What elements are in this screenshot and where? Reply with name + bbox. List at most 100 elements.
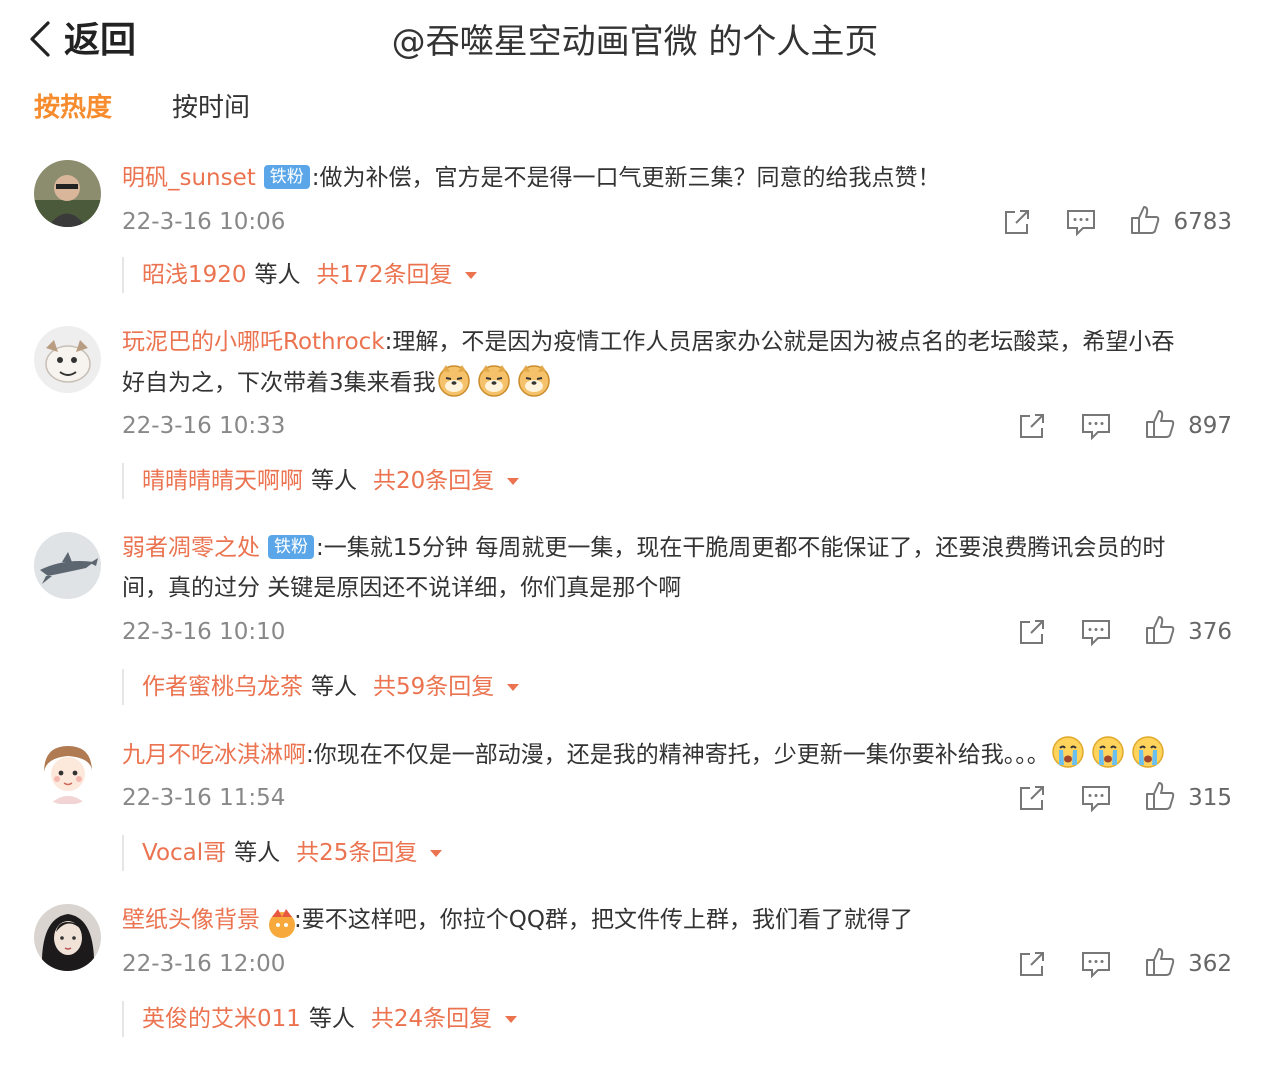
- comment-icon[interactable]: [1080, 410, 1112, 442]
- reply-username[interactable]: Vocal哥: [142, 835, 226, 871]
- comment-actions: 315: [984, 778, 1232, 818]
- comment-text: 壁纸头像背景 :要不这样吧，你拉个QQ群，把文件传上群，我们看了就得了: [122, 900, 1232, 940]
- comment-item: 明矾_sunset 铁粉:做为补偿，官方是不是得一口气更新三集？同意的给我点赞！ …: [0, 158, 1270, 298]
- reply-count[interactable]: 共59条回复: [373, 669, 494, 705]
- reply-summary[interactable]: 晴晴晴晴天啊啊 等人 共20条回复: [122, 463, 520, 499]
- fan-badge: 铁粉: [263, 165, 310, 189]
- like-button[interactable]: 897: [1144, 406, 1232, 446]
- comment-meta: 22-3-16 11:54 315: [122, 778, 1232, 818]
- comment-username[interactable]: 玩泥巴的小哪吒Rothrock: [122, 329, 385, 355]
- reply-summary[interactable]: 英俊的艾米011 等人 共24条回复: [122, 1001, 518, 1037]
- like-count: 362: [1188, 951, 1232, 977]
- comment-body: 壁纸头像背景 :要不这样吧，你拉个QQ群，把文件传上群，我们看了就得了: [122, 900, 1232, 940]
- comment-content: :做为补偿，官方是不是得一口气更新三集？同意的给我点赞！: [311, 165, 941, 191]
- like-button[interactable]: 6783: [1129, 202, 1232, 242]
- comment-time: 22-3-16 10:10: [122, 619, 286, 645]
- comment-meta: 22-3-16 12:00 362: [122, 944, 1232, 984]
- comment-meta: 22-3-16 10:06 6783: [122, 202, 1232, 242]
- reply-etc: 等人: [234, 840, 281, 866]
- crying-emoji-icon: [1050, 734, 1086, 770]
- comment-text: 明矾_sunset 铁粉:做为补偿，官方是不是得一口气更新三集？同意的给我点赞！: [122, 158, 1232, 198]
- comment-time: 22-3-16 10:06: [122, 209, 286, 235]
- reply-etc: 等人: [308, 1006, 355, 1032]
- comment-username[interactable]: 九月不吃冰淇淋啊: [122, 742, 306, 768]
- comment-meta: 22-3-16 10:33 897: [122, 406, 1232, 446]
- avatar[interactable]: [34, 160, 101, 227]
- comment-text-line2: 间，真的过分 关键是原因还不说详细，你们真是那个啊: [122, 568, 1232, 608]
- reply-count[interactable]: 共24条回复: [371, 1001, 492, 1037]
- comment-actions: 376: [984, 612, 1232, 652]
- comment-page: 返回 @吞噬星空动画官微 的个人主页 按热度 按时间 明矾_sunset 铁粉:做…: [0, 0, 1270, 1066]
- avatar[interactable]: [34, 904, 101, 971]
- reply-username[interactable]: 昭浅1920: [142, 257, 247, 293]
- comment-time: 22-3-16 11:54: [122, 785, 286, 811]
- avatar[interactable]: [34, 738, 101, 805]
- comment-icon[interactable]: [1080, 782, 1112, 814]
- reply-summary[interactable]: 作者蜜桃乌龙茶 等人 共59条回复: [122, 669, 520, 705]
- comment-time: 22-3-16 10:33: [122, 413, 286, 439]
- reply-username[interactable]: 晴晴晴晴天啊啊: [142, 463, 303, 499]
- comment-content: :你现在不仅是一部动漫，还是我的精神寄托，少更新一集你要补给我。。。: [306, 742, 1050, 768]
- like-button[interactable]: 315: [1144, 778, 1232, 818]
- comment-username[interactable]: 壁纸头像背景: [122, 907, 260, 933]
- comment-icon[interactable]: [1080, 616, 1112, 648]
- like-count: 6783: [1173, 209, 1232, 235]
- comment-content-2: 好自为之，下次带着3集来看我: [122, 370, 436, 396]
- tab-by-popularity[interactable]: 按热度: [34, 86, 112, 130]
- comment-item: 玩泥巴的小哪吒Rothrock:理解，不是因为疫情工作人员居家办公就是因为被点名…: [0, 322, 1270, 512]
- reply-summary[interactable]: 昭浅1920 等人 共172条回复: [122, 257, 478, 293]
- comment-body: 九月不吃冰淇淋啊:你现在不仅是一部动漫，还是我的精神寄托，少更新一集你要补给我。…: [122, 734, 1232, 775]
- comment-text: 玩泥巴的小哪吒Rothrock:理解，不是因为疫情工作人员居家办公就是因为被点名…: [122, 322, 1232, 362]
- doge-emoji-icon: [436, 362, 472, 398]
- comment-item: 弱者凋零之处 铁粉:一集就15分钟 每周就更一集，现在干脆周更都不能保证了，还要浪…: [0, 528, 1270, 718]
- caret-down-icon: [505, 1016, 518, 1023]
- thumbs-up-icon: [1129, 204, 1161, 240]
- comment-text: 九月不吃冰淇淋啊:你现在不仅是一部动漫，还是我的精神寄托，少更新一集你要补给我。…: [122, 734, 1232, 775]
- share-icon[interactable]: [1016, 782, 1048, 814]
- vip-badge-icon: [264, 905, 295, 938]
- like-count: 376: [1188, 619, 1232, 645]
- reply-username[interactable]: 作者蜜桃乌龙茶: [142, 669, 303, 705]
- comment-meta: 22-3-16 10:10 376: [122, 612, 1232, 652]
- reply-etc: 等人: [311, 468, 357, 494]
- sort-tabs: 按热度 按时间: [34, 86, 310, 130]
- share-icon[interactable]: [1016, 616, 1048, 648]
- reply-etc: 等人: [254, 262, 301, 288]
- share-icon[interactable]: [1001, 206, 1033, 238]
- top-bar: 返回 @吞噬星空动画官微 的个人主页: [0, 0, 1270, 84]
- comment-content: :要不这样吧，你拉个QQ群，把文件传上群，我们看了就得了: [294, 907, 913, 933]
- thumbs-up-icon: [1144, 614, 1176, 650]
- comment-time: 22-3-16 12:00: [122, 951, 286, 977]
- share-icon[interactable]: [1016, 410, 1048, 442]
- comment-actions: 897: [984, 406, 1232, 446]
- caret-down-icon: [430, 850, 443, 857]
- thumbs-up-icon: [1144, 946, 1176, 982]
- thumbs-up-icon: [1144, 780, 1176, 816]
- reply-username[interactable]: 英俊的艾米011: [142, 1001, 301, 1037]
- comment-text-line2: 好自为之，下次带着3集来看我: [122, 362, 1232, 403]
- doge-emoji-icon: [516, 362, 552, 398]
- comment-body: 明矾_sunset 铁粉:做为补偿，官方是不是得一口气更新三集？同意的给我点赞！: [122, 158, 1232, 198]
- thumbs-up-icon: [1144, 408, 1176, 444]
- comment-icon[interactable]: [1080, 948, 1112, 980]
- comment-icon[interactable]: [1065, 206, 1097, 238]
- reply-count[interactable]: 共25条回复: [296, 835, 417, 871]
- avatar[interactable]: [34, 326, 101, 393]
- page-title-text: @吞噬星空动画官微 的个人主页: [391, 22, 879, 62]
- comment-username[interactable]: 弱者凋零之处: [122, 535, 260, 561]
- caret-down-icon: [465, 272, 478, 279]
- comment-username[interactable]: 明矾_sunset: [122, 165, 256, 191]
- caret-down-icon: [507, 684, 520, 691]
- fan-badge: 铁粉: [268, 535, 314, 559]
- reply-count[interactable]: 共172条回复: [317, 257, 453, 293]
- like-button[interactable]: 376: [1144, 612, 1232, 652]
- avatar[interactable]: [34, 532, 101, 599]
- tab-by-time[interactable]: 按时间: [172, 86, 250, 130]
- like-button[interactable]: 362: [1144, 944, 1232, 984]
- comment-body: 弱者凋零之处 铁粉:一集就15分钟 每周就更一集，现在干脆周更都不能保证了，还要浪…: [122, 528, 1232, 608]
- reply-summary[interactable]: Vocal哥 等人 共25条回复: [122, 835, 443, 871]
- share-icon[interactable]: [1016, 948, 1048, 980]
- doge-emoji-icon: [476, 362, 512, 398]
- reply-count[interactable]: 共20条回复: [373, 463, 494, 499]
- crying-emoji-icon: [1130, 734, 1166, 770]
